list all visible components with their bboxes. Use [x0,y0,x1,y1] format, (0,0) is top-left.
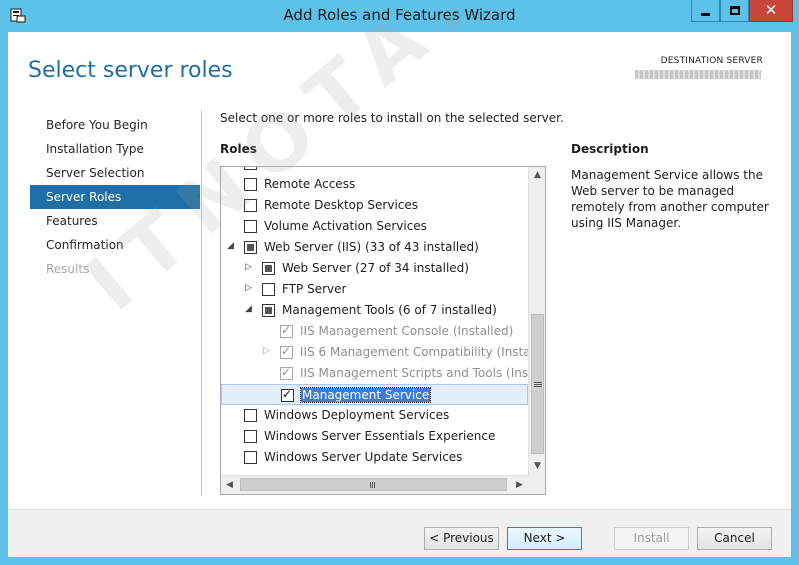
role-label: Web Server (IIS) (33 of 43 installed) [264,240,479,254]
role-checkbox[interactable] [244,451,257,464]
wizard-footer: < Previous Next > Install Cancel [8,509,791,557]
minimize-button[interactable] [691,0,720,22]
scroll-up-icon[interactable]: ▲ [529,167,545,184]
maximize-icon [729,6,740,15]
close-button[interactable]: ✕ [749,0,793,22]
instruction-text: Select one or more roles to install on t… [220,111,564,125]
role-checkbox[interactable] [244,241,257,254]
role-label: FTP Server [282,282,347,296]
expand-right-icon: ▷ [263,346,270,356]
nav-item-installation-type[interactable]: Installation Type [30,137,200,161]
scroll-right-icon[interactable]: ▶ [511,476,528,494]
nav-divider [201,110,202,496]
roles-tree-content: Print and Document Services Remote Access… [221,167,528,475]
role-checkbox[interactable] [281,387,294,402]
next-button[interactable]: Next > [507,527,582,550]
role-item: IIS Management Console (Installed) [221,321,528,342]
vertical-scroll-thumb[interactable] [531,314,544,454]
wizard-nav: Before You Begin Installation Type Server … [30,113,200,281]
role-checkbox[interactable] [262,262,275,275]
roles-tree[interactable]: Print and Document Services Remote Access… [220,166,546,495]
role-checkbox[interactable] [244,167,257,170]
expand-right-icon[interactable]: ▷ [245,283,252,293]
role-checkbox[interactable] [244,178,257,191]
role-label: IIS Management Scripts and Tools (Instal… [300,366,528,380]
role-label: Web Server (27 of 34 installed) [282,261,469,275]
description-heading: Description [571,142,649,156]
nav-item-before-you-begin[interactable]: Before You Begin [30,113,200,137]
role-checkbox[interactable] [244,430,257,443]
roles-heading: Roles [220,142,257,156]
nav-item-server-roles[interactable]: Server Roles [30,185,200,209]
role-item[interactable]: ▷ FTP Server [221,279,528,300]
nav-item-server-selection[interactable]: Server Selection [30,161,200,185]
expand-right-icon[interactable]: ▷ [245,262,252,272]
role-item[interactable]: Windows Server Essentials Experience [221,426,528,447]
role-label: Remote Desktop Services [264,198,419,212]
role-item: ▷ IIS 6 Management Compatibility (Install… [221,342,528,363]
role-item[interactable]: Windows Deployment Services [221,405,528,426]
role-label: Windows Deployment Services [264,408,450,422]
role-checkbox[interactable] [262,283,275,296]
role-checkbox[interactable] [244,220,257,233]
title-bar[interactable]: Add Roles and Features Wizard ✕ [0,0,799,32]
previous-button[interactable]: < Previous [424,527,499,550]
role-item: IIS Management Scripts and Tools (Instal… [221,363,528,384]
role-checkbox[interactable] [244,409,257,422]
horizontal-scroll-thumb[interactable] [240,478,507,491]
install-button[interactable]: Install [614,527,689,550]
page-title: Select server roles [28,58,233,83]
role-checkbox[interactable] [262,304,275,317]
role-label: Windows Server Essentials Experience [264,429,496,443]
role-label: Print and Document Services [264,167,438,170]
nav-item-results: Results [46,262,90,276]
nav-item-features[interactable]: Features [30,209,200,233]
role-label: IIS 6 Management Compatibility (Installe… [300,345,528,359]
cancel-button[interactable]: Cancel [697,527,772,550]
wizard-client-area: Select server roles DESTINATION SERVER B… [8,32,791,557]
role-label: Management Service [299,387,432,403]
role-checkbox [280,365,293,380]
destination-server-value-blurred [635,70,761,79]
role-label: Volume Activation Services [264,219,427,233]
role-item[interactable]: Remote Desktop Services [221,195,528,216]
vertical-scrollbar[interactable]: ▲ ▼ [528,167,545,475]
role-item[interactable]: Print and Document Services [221,167,528,174]
role-item[interactable]: ◢ Web Server (IIS) (33 of 43 installed) [221,237,528,258]
destination-server-label: DESTINATION SERVER [660,56,763,66]
window-title: Add Roles and Features Wizard [283,6,516,24]
role-label: IIS Management Console (Installed) [300,324,514,338]
role-label: Windows Server Update Services [264,450,463,464]
role-checkbox [280,323,293,338]
nav-item-confirmation[interactable]: Confirmation [30,233,200,257]
role-item[interactable]: Remote Access [221,174,528,195]
scroll-left-icon[interactable]: ◀ [221,476,238,494]
role-item[interactable]: ◢ Management Tools (6 of 7 installed) [221,300,528,321]
maximize-button[interactable] [720,0,749,22]
role-item[interactable]: ▷ Web Server (27 of 34 installed) [221,258,528,279]
role-item[interactable]: Volume Activation Services [221,216,528,237]
scroll-down-icon[interactable]: ▼ [529,458,545,475]
role-item[interactable]: Windows Server Update Services [221,447,528,468]
expand-down-icon[interactable]: ◢ [227,241,234,251]
role-checkbox[interactable] [244,199,257,212]
role-label: Remote Access [264,177,356,191]
expand-down-icon[interactable]: ◢ [245,304,252,314]
minimize-icon [701,13,710,16]
horizontal-scrollbar[interactable]: ◀ ▶ [221,475,528,494]
close-icon: ✕ [764,1,778,19]
description-text: Management Service allows the Web server… [571,168,769,230]
role-item[interactable]: Management Service [221,384,528,405]
scrollbar-corner [528,475,545,494]
role-label: Management Tools (6 of 7 installed) [282,303,497,317]
role-checkbox [280,344,293,359]
